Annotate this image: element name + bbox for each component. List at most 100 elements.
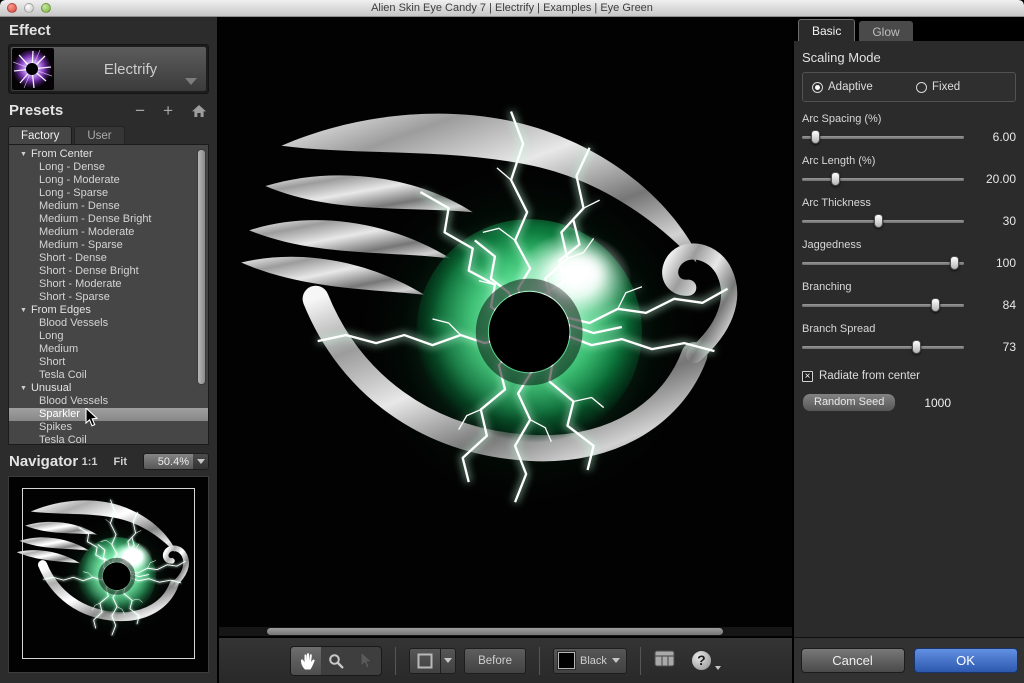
preferences-button[interactable] [654, 650, 675, 672]
slider-label: Arc Spacing (%) [802, 113, 882, 125]
pan-tool-button[interactable] [291, 646, 322, 675]
view-mode-button[interactable] [409, 647, 442, 674]
close-window-button[interactable] [7, 3, 17, 13]
slider-thumb[interactable] [873, 214, 883, 228]
preset-item[interactable]: Short - Dense [9, 252, 208, 265]
preset-item[interactable]: Short - Sparse [9, 291, 208, 304]
arc-spacing-slider[interactable] [802, 130, 964, 144]
radiate-from-center-checkbox-row[interactable]: × Radiate from center [802, 370, 1016, 382]
preset-item[interactable]: Tesla Coil [9, 434, 208, 445]
slider-thumb[interactable] [831, 172, 841, 186]
slider-thumb[interactable] [930, 298, 940, 312]
preset-item-selected[interactable]: Sparkler [9, 408, 208, 421]
zoom-window-button[interactable] [41, 3, 51, 13]
preset-item[interactable]: Medium - Dense Bright [9, 213, 208, 226]
slider-thumb[interactable] [950, 256, 960, 270]
preset-item-label: Blood Vessels [39, 395, 109, 407]
adaptive-radio-option[interactable]: Adaptive [812, 81, 916, 93]
preset-item[interactable]: Medium - Dense [9, 200, 208, 213]
home-preset-button[interactable] [182, 104, 208, 117]
magnifier-icon [329, 653, 344, 669]
hand-icon [300, 653, 315, 670]
fit-button[interactable]: Fit [114, 456, 127, 468]
preset-item[interactable]: Blood Vessels [9, 317, 208, 330]
preset-group-from-center[interactable]: ▼ From Center [9, 148, 208, 161]
dialog-footer: Cancel OK [794, 637, 1024, 683]
tab-glow[interactable]: Glow [859, 21, 913, 41]
preview-toolbar: Before Black ? [219, 637, 792, 683]
canvas-horizontal-scrollbar[interactable] [219, 627, 792, 636]
preset-item-label: Tesla Coil [39, 369, 87, 381]
preset-item-label: Long - Sparse [39, 187, 109, 199]
zoom-dropdown-arrow[interactable] [193, 454, 208, 469]
slider-value: 100 [995, 256, 1016, 270]
navigator-view-rectangle[interactable] [22, 488, 195, 659]
preset-list-scrollbar[interactable] [197, 147, 206, 442]
tab-basic[interactable]: Basic [798, 19, 856, 41]
branch-spread-slider[interactable] [802, 340, 964, 354]
scrollbar-thumb[interactable] [267, 628, 723, 635]
before-button[interactable]: Before [464, 647, 526, 674]
view-mode-dropdown-arrow[interactable] [441, 647, 457, 674]
slider-thumb[interactable] [912, 340, 922, 354]
help-icon: ? [690, 650, 712, 671]
radio-label: Adaptive [828, 81, 873, 93]
preset-item-label: Short - Moderate [39, 278, 122, 290]
select-tool-button[interactable] [351, 647, 381, 675]
slider-value: 30 [1002, 214, 1016, 228]
slider-value: 20.00 [985, 172, 1016, 186]
preset-item[interactable]: Short - Dense Bright [9, 265, 208, 278]
arc-length-slider[interactable] [802, 172, 964, 186]
random-seed-button[interactable]: Random Seed [802, 393, 897, 412]
branching-slider[interactable] [802, 298, 964, 312]
radio-label: Fixed [932, 81, 961, 93]
preset-item[interactable]: Short [9, 356, 208, 369]
remove-preset-button[interactable]: − [126, 102, 154, 119]
mouse-cursor [85, 408, 98, 427]
slider-thumb[interactable] [811, 130, 821, 144]
add-preset-button[interactable]: + [154, 102, 182, 119]
preset-item-label: Tesla Coil [39, 434, 87, 445]
preset-group-from-edges[interactable]: ▼ From Edges [9, 304, 208, 317]
preset-item[interactable]: Long - Dense [9, 161, 208, 174]
preset-group-unusual[interactable]: ▼ Unusual [9, 382, 208, 395]
preset-item[interactable]: Spikes [9, 421, 208, 434]
scrollbar-thumb[interactable] [197, 149, 206, 385]
ok-button[interactable]: OK [913, 648, 1018, 673]
preset-item[interactable]: Short - Moderate [9, 278, 208, 291]
preview-image [219, 17, 792, 637]
minimize-window-button[interactable] [24, 3, 34, 13]
navigator-preview[interactable] [8, 476, 209, 673]
arc-thickness-slider[interactable] [802, 214, 964, 228]
preset-item[interactable]: Medium - Moderate [9, 226, 208, 239]
jaggedness-slider[interactable] [802, 256, 964, 270]
preset-item[interactable]: Medium - Sparse [9, 239, 208, 252]
toolbar-separator [538, 646, 540, 675]
preset-item[interactable]: Blood Vessels [9, 395, 208, 408]
effect-section-header: Effect [9, 22, 51, 39]
zoom-tool-button[interactable] [321, 647, 351, 675]
chevron-down-icon [185, 78, 197, 85]
preset-item-label: Long - Dense [39, 161, 106, 173]
checkbox-checked-icon[interactable]: × [802, 370, 813, 382]
preset-item[interactable]: Long - Moderate [9, 174, 208, 187]
cancel-button[interactable]: Cancel [800, 648, 905, 673]
help-menu-button[interactable]: ? [690, 650, 721, 671]
effect-thumbnail [12, 48, 54, 90]
tab-factory[interactable]: Factory [8, 126, 73, 144]
zoom-level-dropdown[interactable]: 50.4% [143, 453, 209, 470]
effect-dropdown-button[interactable]: Electrify [11, 47, 206, 91]
tab-user[interactable]: User [74, 126, 125, 144]
background-color-dropdown[interactable]: Black [552, 647, 627, 674]
titlebar: Alien Skin Eye Candy 7 | Electrify | Exa… [0, 0, 1024, 17]
actual-size-button[interactable]: 1:1 [82, 456, 98, 468]
preset-item[interactable]: Long [9, 330, 208, 343]
preset-item[interactable]: Medium [9, 343, 208, 356]
scaling-mode-group: Adaptive Fixed [802, 72, 1016, 102]
single-view-icon [417, 653, 433, 668]
fixed-radio-option[interactable]: Fixed [916, 81, 960, 93]
preset-item[interactable]: Long - Sparse [9, 187, 208, 200]
preview-canvas[interactable] [219, 17, 792, 637]
preset-item[interactable]: Tesla Coil [9, 369, 208, 382]
window-controls [7, 3, 51, 13]
